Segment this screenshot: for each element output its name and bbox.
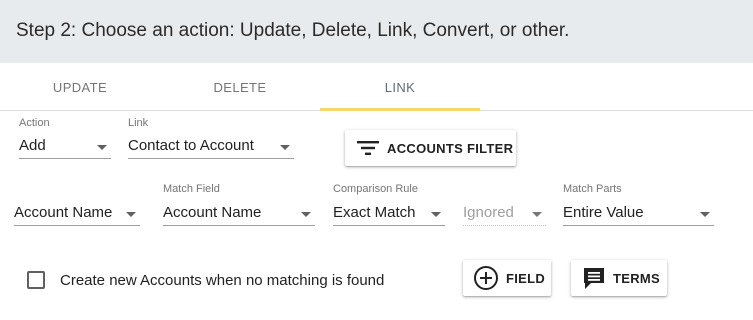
match-parts-value: Entire Value bbox=[563, 204, 644, 221]
dropdown-arrow-icon bbox=[532, 212, 542, 217]
link-field: Link Contact to Account bbox=[128, 117, 294, 163]
field-button-label: FIELD bbox=[506, 270, 546, 286]
add-field-button[interactable]: FIELD bbox=[463, 260, 551, 296]
active-tab-indicator bbox=[320, 108, 480, 111]
action-value: Add bbox=[19, 137, 46, 154]
dropdown-arrow-icon bbox=[97, 145, 107, 150]
comparison-rule-value: Exact Match bbox=[333, 204, 416, 221]
terms-button[interactable]: TERMS bbox=[571, 260, 667, 296]
case-option-field: Ignored bbox=[463, 183, 546, 229]
filter-list-icon bbox=[357, 140, 379, 156]
match-field-value: Account Name bbox=[163, 204, 262, 221]
tab-link[interactable]: LINK bbox=[320, 63, 480, 111]
create-new-accounts-checkbox[interactable] bbox=[27, 271, 45, 289]
dropdown-arrow-icon bbox=[301, 212, 311, 217]
match-parts-label: Match Parts bbox=[563, 183, 622, 195]
comparison-rule-label: Comparison Rule bbox=[333, 183, 418, 195]
source-field-select[interactable]: Account Name bbox=[14, 202, 140, 226]
match-field-select[interactable]: Account Name bbox=[163, 202, 315, 226]
link-select[interactable]: Contact to Account bbox=[128, 135, 294, 159]
dropdown-arrow-icon bbox=[280, 145, 290, 150]
step-title: Step 2: Choose an action: Update, Delete… bbox=[16, 20, 570, 41]
terms-button-label: TERMS bbox=[613, 270, 660, 286]
dropdown-arrow-icon bbox=[431, 212, 441, 217]
action-label: Action bbox=[19, 117, 50, 129]
create-new-accounts-row: Create new Accounts when no matching is … bbox=[27, 270, 384, 290]
create-new-accounts-label: Create new Accounts when no matching is … bbox=[60, 271, 385, 289]
source-field: Account Name bbox=[14, 183, 140, 229]
tab-delete[interactable]: DELETE bbox=[160, 63, 320, 111]
action-field: Action Add bbox=[19, 117, 111, 163]
action-tabs: UPDATE DELETE LINK bbox=[0, 63, 753, 111]
match-parts-field: Match Parts Entire Value bbox=[563, 183, 714, 229]
tab-update[interactable]: UPDATE bbox=[0, 63, 160, 111]
accounts-filter-button[interactable]: ACCOUNTS FILTER bbox=[345, 130, 516, 166]
match-field-label: Match Field bbox=[163, 183, 220, 195]
dropdown-arrow-icon bbox=[700, 212, 710, 217]
link-value: Contact to Account bbox=[128, 137, 254, 154]
accounts-filter-label: ACCOUNTS FILTER bbox=[387, 140, 514, 156]
case-option-select: Ignored bbox=[463, 202, 546, 226]
add-circle-icon bbox=[473, 265, 499, 291]
match-parts-select[interactable]: Entire Value bbox=[563, 202, 714, 226]
step-header: Step 2: Choose an action: Update, Delete… bbox=[0, 0, 753, 63]
comparison-rule-field: Comparison Rule Exact Match bbox=[333, 183, 445, 229]
match-field: Match Field Account Name bbox=[163, 183, 315, 229]
comment-icon bbox=[581, 265, 607, 291]
source-field-value: Account Name bbox=[14, 204, 113, 221]
dropdown-arrow-icon bbox=[126, 212, 136, 217]
case-option-value: Ignored bbox=[463, 204, 514, 221]
comparison-rule-select[interactable]: Exact Match bbox=[333, 202, 445, 226]
link-label: Link bbox=[128, 117, 149, 129]
action-select[interactable]: Add bbox=[19, 135, 111, 159]
